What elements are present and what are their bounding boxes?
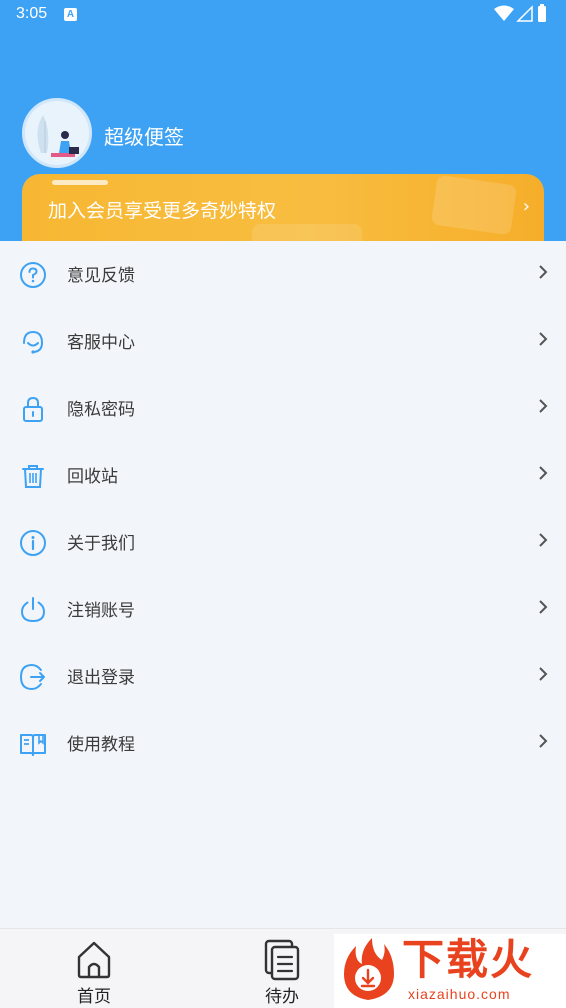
tab-label: 首页	[77, 987, 111, 1007]
headset-icon	[23, 330, 43, 354]
avatar[interactable]	[22, 98, 92, 168]
menu-item-label: 注销账号	[67, 601, 135, 621]
chevron-right-icon	[539, 533, 548, 547]
vip-banner-text: 加入会员享受更多奇妙特权	[48, 200, 277, 222]
tab-home[interactable]: 首页	[44, 929, 144, 1008]
banner-decoration	[252, 224, 362, 241]
menu-item-label: 回收站	[67, 467, 118, 487]
menu-item-logout[interactable]: 退出登录	[0, 643, 566, 710]
watermark-domain: xiazaihuo.com	[408, 986, 511, 1002]
status-icons	[494, 4, 546, 22]
flame-logo-icon	[344, 938, 394, 1000]
menu-item-recycle-bin[interactable]: 回收站	[0, 442, 566, 509]
chevron-right-icon	[539, 466, 548, 480]
chevron-right-icon: ›	[522, 196, 530, 217]
todo-icon	[264, 939, 300, 981]
menu-item-label: 隐私密码	[67, 400, 135, 420]
menu-item-label: 客服中心	[67, 333, 135, 353]
chevron-right-icon	[539, 332, 548, 346]
menu-item-feedback[interactable]: 意见反馈	[0, 241, 566, 308]
signal-icon	[516, 5, 533, 22]
lock-icon	[23, 396, 43, 422]
menu-item-tutorial[interactable]: 使用教程	[0, 710, 566, 777]
menu-item-label: 使用教程	[67, 735, 135, 755]
battery-icon	[538, 6, 546, 22]
username[interactable]: 超级便签	[104, 121, 184, 150]
menu-item-customer-service[interactable]: 客服中心	[0, 308, 566, 375]
help-circle-icon	[20, 262, 46, 288]
power-icon	[20, 597, 46, 623]
trash-icon	[22, 465, 44, 488]
menu-item-delete-account[interactable]: 注销账号	[0, 576, 566, 643]
menu-item-label: 关于我们	[67, 534, 135, 554]
banner-decoration	[430, 174, 518, 236]
notification-icon: A	[64, 8, 77, 21]
chevron-right-icon	[539, 600, 548, 614]
tab-label: 待办	[265, 987, 299, 1007]
info-icon	[20, 530, 46, 556]
menu-item-about-us[interactable]: 关于我们	[0, 509, 566, 576]
avatar-illustration-icon	[37, 115, 79, 157]
menu-item-label: 退出登录	[67, 668, 135, 688]
settings-menu: 意见反馈 客服中心 隐私密码 回收站 关于我们 注销账号 退出登录 使用教程	[0, 241, 566, 777]
banner-shine	[52, 180, 108, 185]
book-icon	[20, 734, 46, 756]
chevron-right-icon	[539, 399, 548, 413]
wifi-icon	[494, 5, 514, 21]
chevron-right-icon	[539, 734, 548, 748]
watermark: 下载火 xiazaihuo.com	[334, 934, 566, 1008]
status-bar: 3:05 A	[0, 0, 566, 30]
watermark-brand: 下载火	[402, 935, 535, 984]
vip-banner[interactable]: 加入会员享受更多奇妙特权 ›	[22, 174, 544, 241]
chevron-right-icon	[539, 265, 548, 279]
logout-icon	[19, 663, 45, 691]
menu-item-label: 意见反馈	[67, 266, 135, 286]
status-time: 3:05	[16, 5, 48, 22]
home-icon	[77, 941, 111, 979]
menu-item-privacy-password[interactable]: 隐私密码	[0, 375, 566, 442]
tab-todo[interactable]: 待办	[232, 929, 332, 1008]
chevron-right-icon	[539, 667, 548, 681]
profile-header: 3:05 A 超级便签 加入会员享受更多奇妙特权 ›	[0, 0, 566, 241]
